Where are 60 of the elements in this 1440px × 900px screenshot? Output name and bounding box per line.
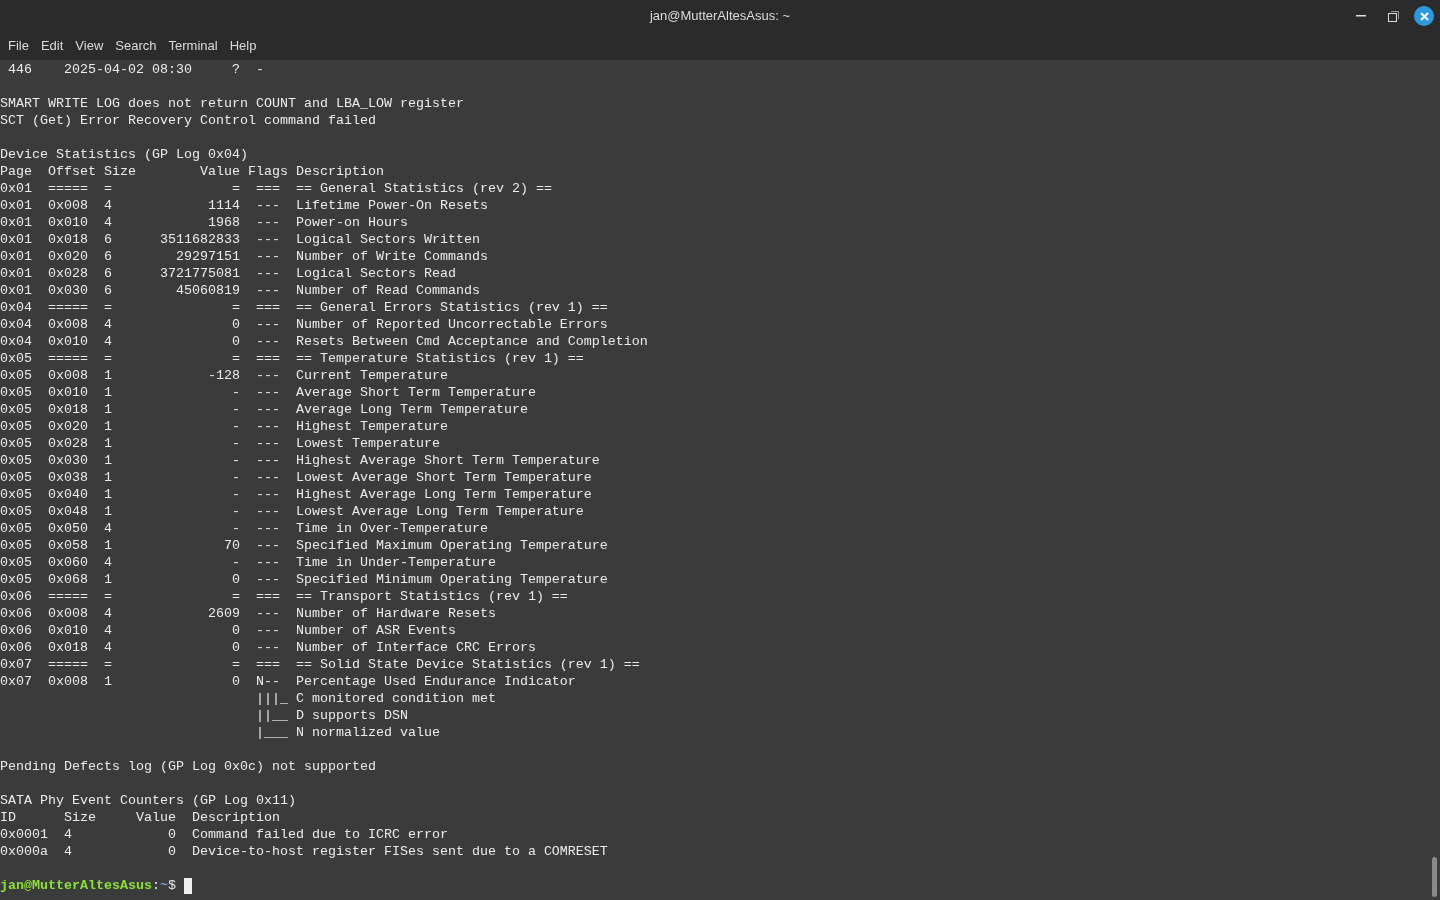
- terminal-line: 0x05 0x020 1 - --- Highest Temperature: [0, 419, 448, 434]
- terminal-line: ID Size Value Description: [0, 810, 280, 825]
- terminal-line: 0x0001 4 0 Command failed due to ICRC error: [0, 827, 448, 842]
- terminal-line: 0x04 0x010 4 0 --- Resets Between Cmd Acceptance and Completion: [0, 334, 648, 349]
- terminal-line: 0x05 0x030 1 - --- Highest Average Short Term Temperature: [0, 453, 600, 468]
- menu-item[interactable]: View: [69, 36, 110, 56]
- close-icon: [1419, 11, 1429, 21]
- terminal-line: 0x01 0x020 6 29297151 --- Number of Write Commands: [0, 249, 488, 264]
- menu-item[interactable]: Terminal: [162, 36, 224, 56]
- terminal-line: Page Offset Size Value Flags Description: [0, 164, 384, 179]
- terminal-line: 0x01 ===== = = === == General Statistics (rev 2) ==: [0, 181, 552, 196]
- terminal-line: 0x05 0x008 1 -128 --- Current Temperature: [0, 368, 448, 383]
- menu-item[interactable]: File: [2, 36, 35, 56]
- terminal-line: 0x05 0x048 1 - --- Lowest Average Long Term Temperature: [0, 504, 584, 519]
- terminal-line: 0x05 0x068 1 0 --- Specified Minimum Operating Temperature: [0, 572, 608, 587]
- terminal-line: SATA Phy Event Counters (GP Log 0x11): [0, 793, 296, 808]
- restore-icon: [1387, 10, 1399, 22]
- terminal-line: 0x05 0x038 1 - --- Lowest Average Short Term Temperature: [0, 470, 592, 485]
- terminal-line: 0x01 0x018 6 3511682833 --- Logical Sectors Written: [0, 232, 480, 247]
- terminal-line: |||_ C monitored condition met: [254, 691, 496, 706]
- terminal-line: Pending Defects log (GP Log 0x0c) not supported: [0, 759, 376, 774]
- terminal-line: SMART WRITE LOG does not return COUNT and LBA_LOW register: [0, 96, 464, 111]
- menu-item[interactable]: Search: [109, 36, 163, 56]
- prompt-path: ~: [159, 877, 168, 894]
- terminal-line: 0x06 0x010 4 0 --- Number of ASR Events: [0, 623, 456, 638]
- terminal-line: 0x01 0x008 4 1114 --- Lifetime Power-On Resets: [0, 198, 488, 213]
- terminal-line: 0x05 0x028 1 - --- Lowest Temperature: [0, 436, 440, 451]
- terminal-line: 0x04 0x008 4 0 --- Number of Reported Uncorrectable Errors: [0, 317, 608, 332]
- terminal-line: 0x07 ===== = = === == Solid State Device Statistics (rev 1) ==: [0, 657, 640, 672]
- terminal-line: 0x05 0x060 4 - --- Time in Under-Temperature: [0, 555, 496, 570]
- terminal-line: 0x01 0x028 6 3721775081 --- Logical Sectors Read: [0, 266, 456, 281]
- menu-item[interactable]: Edit: [34, 36, 70, 56]
- terminal-line: ||__ D supports DSN: [254, 708, 408, 723]
- terminal-line: 446 2025-04-02 08:30 ? -: [7, 62, 264, 77]
- terminal-line: 0x05 0x058 1 70 --- Specified Maximum Operating Temperature: [0, 538, 608, 553]
- terminal-line: 0x05 0x018 1 - --- Average Long Term Temperature: [0, 402, 528, 417]
- terminal-line: 0x000a 4 0 Device-to-host register FISes sent due to a COMRESET: [0, 844, 608, 859]
- terminal-line: 0x05 0x010 1 - --- Average Short Term Temperature: [0, 385, 536, 400]
- terminal-line: |___ N normalized value: [254, 725, 440, 740]
- text-cursor: [183, 877, 192, 894]
- terminal-line: 0x05 ===== = = === == Temperature Statistics (rev 1) ==: [0, 351, 584, 366]
- prompt-user-host: jan@MutterAltesAsus: [0, 877, 152, 894]
- window-title: jan@MutterAltesAsus: ~: [650, 7, 790, 26]
- terminal-line: 0x06 0x008 4 2609 --- Number of Hardware Resets: [0, 606, 496, 621]
- menu-item[interactable]: Help: [223, 36, 263, 56]
- terminal-line: 0x07 0x008 1 0 N-- Percentage Used Endurance Indicator: [0, 674, 576, 689]
- minimize-icon: [1356, 15, 1366, 17]
- terminal-line: 0x01 0x010 4 1968 --- Power-on Hours: [0, 215, 408, 230]
- terminal-line: SCT (Get) Error Recovery Control command failed: [0, 113, 376, 128]
- terminal-line: 0x05 0x040 1 - --- Highest Average Long Term Temperature: [0, 487, 592, 502]
- scrollbar-thumb[interactable]: [1432, 857, 1437, 897]
- terminal-line: 0x04 ===== = = === == General Errors Statistics (rev 1) ==: [0, 300, 608, 315]
- terminal-line: 0x05 0x050 4 - --- Time in Over-Temperature: [0, 521, 488, 536]
- terminal-line: 0x06 0x018 4 0 --- Number of Interface CRC Errors: [0, 640, 536, 655]
- close-button[interactable]: [1414, 6, 1434, 26]
- terminal-line: 0x06 ===== = = === == Transport Statistics (rev 1) ==: [0, 589, 568, 604]
- prompt-separator: :: [151, 877, 160, 894]
- terminal-line: Device Statistics (GP Log 0x04): [0, 147, 248, 162]
- terminal-line: 0x01 0x030 6 45060819 --- Number of Read Commands: [0, 283, 480, 298]
- prompt-symbol: $: [167, 877, 176, 894]
